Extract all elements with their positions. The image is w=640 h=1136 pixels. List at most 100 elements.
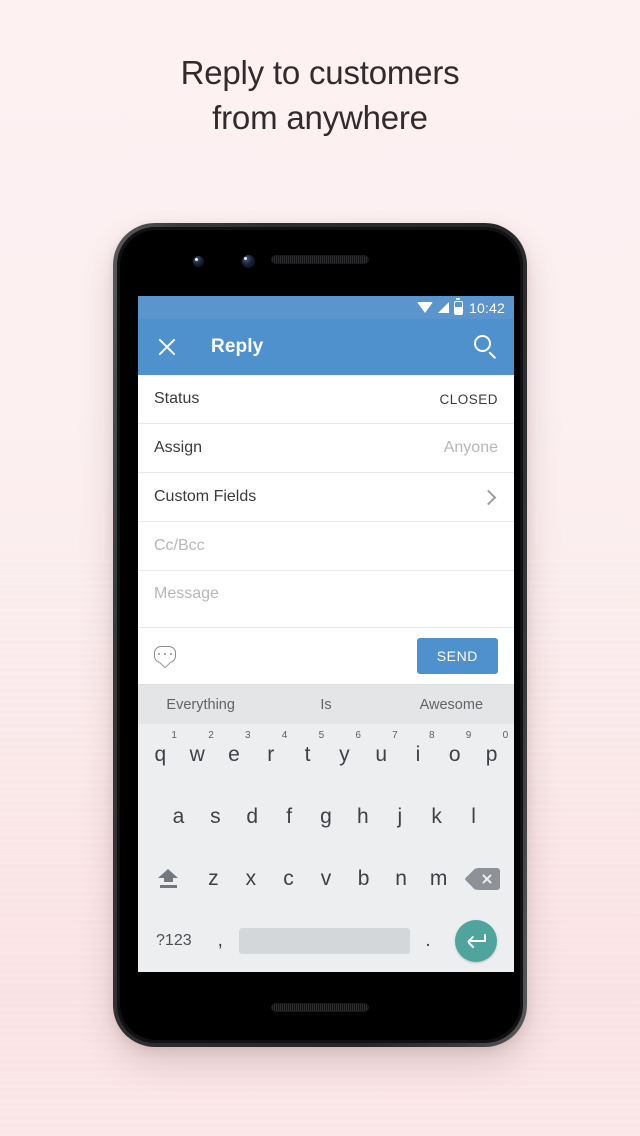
form-row-custom-fields[interactable]: Custom Fields [138, 473, 514, 522]
key-p[interactable]: 0p [473, 724, 510, 786]
suggestion-1[interactable]: Is [263, 697, 388, 713]
on-screen-keyboard: Everything Is Awesome 1q 2w 3e 4r 5t 6y … [138, 685, 514, 972]
earpiece-speaker-icon [271, 255, 369, 264]
suggestion-2[interactable]: Awesome [389, 697, 514, 713]
key-j[interactable]: j [381, 786, 418, 848]
signal-icon [437, 302, 449, 313]
front-camera-icon [242, 255, 255, 268]
phone-mockup: 10:42 Reply Status CLOSED Assign Anyone … [113, 223, 527, 1047]
key-b[interactable]: b [345, 848, 383, 910]
comma-key[interactable]: , [202, 910, 239, 972]
phone-screen: 10:42 Reply Status CLOSED Assign Anyone … [138, 296, 514, 972]
key-v[interactable]: v [307, 848, 345, 910]
shift-key[interactable] [142, 848, 195, 910]
space-key[interactable] [238, 910, 410, 972]
key-y-number: 6 [355, 730, 361, 741]
headline-line-1: Reply to customers [180, 54, 460, 91]
key-q[interactable]: 1q [142, 724, 179, 786]
key-m[interactable]: m [420, 848, 458, 910]
key-f[interactable]: f [271, 786, 308, 848]
key-p-label: p [485, 743, 498, 766]
app-bar-title: Reply [211, 336, 264, 357]
chevron-right-icon [480, 489, 497, 505]
key-e-number: 3 [244, 730, 251, 741]
key-u-label: u [375, 743, 388, 766]
key-z[interactable]: z [195, 848, 233, 910]
key-l[interactable]: l [455, 786, 492, 848]
battery-icon [453, 300, 463, 315]
wifi-icon [416, 301, 433, 313]
key-d[interactable]: d [234, 786, 271, 848]
key-e[interactable]: 3e [216, 724, 253, 786]
status-value: CLOSED [439, 391, 498, 407]
app-bar: Reply [138, 319, 514, 375]
key-t-label: t [304, 743, 311, 766]
status-label: Status [154, 390, 200, 407]
backspace-key[interactable] [457, 848, 510, 910]
send-button[interactable]: SEND [416, 638, 498, 674]
message-field[interactable]: Message [138, 571, 514, 628]
key-o-label: o [448, 743, 461, 766]
key-i-label: i [415, 743, 421, 766]
key-t[interactable]: 5t [289, 724, 326, 786]
key-p-number: 0 [502, 730, 509, 741]
backspace-icon [464, 867, 500, 890]
suggestion-0[interactable]: Everything [138, 697, 263, 713]
key-h[interactable]: h [344, 786, 381, 848]
key-o[interactable]: 9o [436, 724, 473, 786]
key-i[interactable]: 8i [400, 724, 437, 786]
space-bar [238, 928, 410, 954]
keyboard-row-1: 1q 2w 3e 4r 5t 6y 7u 8i 9o 0p [138, 724, 514, 786]
key-o-number: 9 [465, 730, 472, 741]
enter-icon [455, 920, 498, 962]
phone-face: 10:42 Reply Status CLOSED Assign Anyone … [120, 230, 520, 1040]
keyboard-row-4: ?123 , . [138, 910, 514, 972]
search-icon[interactable] [472, 334, 498, 360]
key-y[interactable]: 6y [326, 724, 363, 786]
suggestion-strip: Everything Is Awesome [138, 685, 514, 724]
compose-action-bar: SEND [138, 628, 514, 685]
assign-label: Assign [154, 439, 203, 456]
key-a[interactable]: a [160, 786, 197, 848]
key-u[interactable]: 7u [363, 724, 400, 786]
key-t-number: 5 [318, 730, 325, 741]
keyboard-row-3: z x c v b n m [138, 848, 514, 910]
page-title: Reply to customers from anywhere [0, 50, 640, 140]
key-g[interactable]: g [308, 786, 345, 848]
key-w-number: 2 [208, 730, 214, 741]
period-key[interactable]: . [410, 910, 447, 972]
cc-bcc-placeholder: Cc/Bcc [154, 537, 205, 554]
key-y-label: y [339, 743, 350, 766]
key-w[interactable]: 2w [179, 724, 216, 786]
key-s[interactable]: s [197, 786, 234, 848]
status-bar: 10:42 [138, 296, 514, 319]
shift-icon [157, 869, 179, 889]
key-u-number: 7 [392, 730, 398, 741]
key-r-number: 4 [281, 730, 288, 741]
headline-line-2: from anywhere [212, 99, 428, 136]
form-row-status[interactable]: Status CLOSED [138, 375, 514, 424]
key-q-label: q [154, 743, 167, 766]
key-k[interactable]: k [418, 786, 455, 848]
chat-bubble-icon[interactable] [154, 645, 176, 669]
key-c[interactable]: c [270, 848, 308, 910]
symbols-key[interactable]: ?123 [146, 910, 202, 972]
key-x[interactable]: x [232, 848, 270, 910]
cc-bcc-field[interactable]: Cc/Bcc [138, 522, 514, 571]
bottom-speaker-icon [271, 1003, 369, 1012]
proximity-sensor-icon [193, 256, 204, 267]
close-icon[interactable] [154, 334, 180, 360]
key-n[interactable]: n [382, 848, 420, 910]
message-placeholder: Message [154, 585, 219, 602]
key-e-label: e [228, 743, 240, 766]
enter-key[interactable] [447, 910, 506, 972]
key-i-number: 8 [428, 730, 435, 741]
keyboard-row-2: a s d f g h j k l [138, 786, 514, 848]
key-r[interactable]: 4r [252, 724, 289, 786]
form-row-assign[interactable]: Assign Anyone [138, 424, 514, 473]
key-r-label: r [267, 743, 275, 766]
key-w-label: w [189, 743, 205, 766]
phone-inner-frame: 10:42 Reply Status CLOSED Assign Anyone … [117, 227, 523, 1043]
key-q-number: 1 [171, 730, 177, 741]
assign-value: Anyone [443, 439, 498, 456]
